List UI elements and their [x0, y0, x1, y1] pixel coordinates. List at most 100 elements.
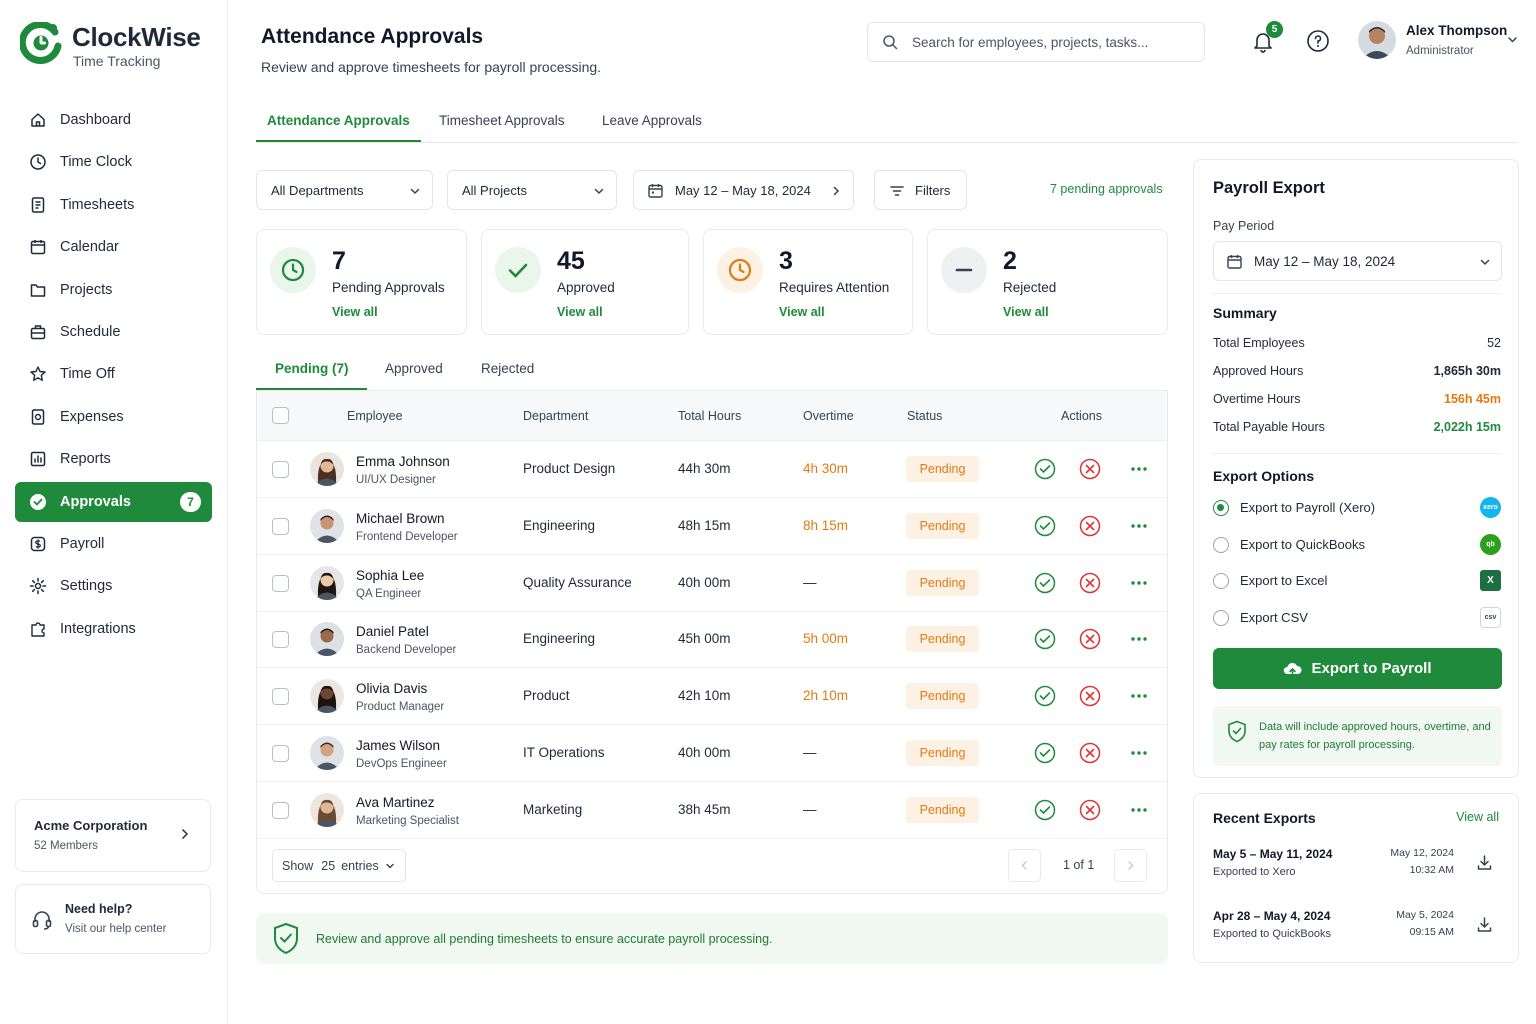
row-checkbox[interactable] [272, 517, 289, 535]
export-option-excel[interactable]: Export to Excel X [1213, 570, 1501, 592]
table-row[interactable]: Michael Brown Frontend Developer Engineeri… [257, 498, 1167, 555]
row-checkbox[interactable] [272, 688, 289, 706]
date-range-picker[interactable]: May 12 – May 18, 2024 [633, 170, 854, 210]
filters-button[interactable]: Filters [874, 170, 967, 210]
stat-view-all-link[interactable]: View all [332, 305, 378, 319]
help-link[interactable]: Visit our help center [65, 923, 210, 935]
employee-name[interactable]: Sophia Lee [356, 568, 424, 583]
row-checkbox[interactable] [272, 745, 289, 762]
download-icon[interactable] [1476, 854, 1493, 871]
table-row[interactable]: James Wilson DevOps Engineer IT Operations… [257, 725, 1167, 782]
reject-icon[interactable] [1079, 628, 1101, 650]
employee-name[interactable]: James Wilson [356, 738, 440, 753]
export-option-radio[interactable] [1213, 500, 1229, 516]
more-options-icon[interactable] [1128, 458, 1150, 480]
help-icon[interactable] [1306, 29, 1330, 53]
sidebar-item-projects[interactable]: Projects [15, 270, 212, 310]
sidebar-item-schedule[interactable]: Schedule [15, 312, 212, 352]
sidebar-item-timesheets[interactable]: Timesheets [15, 185, 212, 225]
sidebar-item-integrations[interactable]: Integrations [15, 609, 212, 649]
tab-timesheet-approvals[interactable]: Timesheet Approvals [439, 113, 565, 128]
export-option-csv[interactable]: Export CSV csv [1213, 607, 1501, 629]
reject-icon[interactable] [1079, 572, 1101, 594]
table-row[interactable]: Daniel Patel Backend Developer Engineering… [257, 611, 1167, 669]
recent-view-all-link[interactable]: View all [1456, 810, 1499, 824]
export-option-xero[interactable]: Export to Payroll (Xero) xero [1213, 497, 1501, 519]
more-options-icon[interactable] [1128, 685, 1150, 707]
logo[interactable]: ClockWise Time Tracking [20, 22, 201, 69]
reject-icon[interactable] [1079, 458, 1101, 480]
employee-name[interactable]: Olivia Davis [356, 681, 427, 696]
more-options-icon[interactable] [1128, 515, 1150, 537]
export-option-radio[interactable] [1213, 573, 1229, 590]
row-checkbox[interactable] [272, 631, 289, 649]
more-options-icon[interactable] [1128, 628, 1150, 650]
column-status[interactable]: Status [907, 409, 942, 423]
more-options-icon[interactable] [1128, 799, 1150, 821]
sidebar-item-approvals[interactable]: Approvals 7 [15, 481, 212, 522]
user-name[interactable]: Alex Thompson [1406, 23, 1507, 38]
sidebar-item-dashboard[interactable]: Dashboard [15, 100, 212, 140]
prev-page-button[interactable] [1008, 849, 1041, 882]
more-options-icon[interactable] [1128, 572, 1150, 594]
column-total-hours[interactable]: Total Hours [678, 409, 741, 423]
approve-icon[interactable] [1034, 572, 1056, 594]
employee-name[interactable]: Michael Brown [356, 511, 445, 526]
search-input[interactable]: Search for employees, projects, tasks... [867, 22, 1205, 62]
approve-icon[interactable] [1034, 515, 1056, 537]
column-department[interactable]: Department [523, 409, 588, 423]
approve-icon[interactable] [1034, 685, 1056, 707]
table-row[interactable]: Olivia Davis Product Manager Product 42h 10… [257, 668, 1167, 726]
sidebar-item-expenses[interactable]: Expenses [15, 397, 212, 437]
row-checkbox[interactable] [272, 461, 289, 478]
sidebar-item-calendar[interactable]: Calendar [15, 227, 212, 267]
project-select[interactable]: All Projects [447, 170, 617, 210]
table-row[interactable]: Ava Martinez Marketing Specialist Marketin… [257, 782, 1167, 839]
stat-view-all-link[interactable]: View all [1003, 305, 1049, 319]
employee-name[interactable]: Ava Martinez [356, 795, 435, 810]
department-select[interactable]: All Departments [256, 170, 433, 210]
user-avatar[interactable] [1358, 21, 1396, 59]
approve-icon[interactable] [1034, 742, 1056, 764]
reject-icon[interactable] [1079, 799, 1101, 821]
pending-approvals-link[interactable]: 7 pending approvals [1050, 182, 1163, 196]
download-icon[interactable] [1476, 916, 1493, 933]
approve-icon[interactable] [1034, 799, 1056, 821]
reject-icon[interactable] [1079, 685, 1101, 707]
chevron-down-icon[interactable] [1506, 33, 1519, 46]
export-option-radio[interactable] [1213, 536, 1229, 553]
subtab-approved[interactable]: Approved [385, 361, 443, 376]
sidebar-item-payroll[interactable]: Payroll [15, 524, 212, 564]
stat-view-all-link[interactable]: View all [557, 305, 603, 319]
approve-icon[interactable] [1034, 628, 1056, 650]
reject-icon[interactable] [1079, 742, 1101, 764]
column-overtime[interactable]: Overtime [803, 409, 854, 423]
row-checkbox[interactable] [272, 801, 289, 819]
more-options-icon[interactable] [1128, 742, 1150, 764]
sidebar-item-time-off[interactable]: Time Off [15, 354, 212, 394]
pay-period-select[interactable]: May 12 – May 18, 2024 [1213, 241, 1502, 281]
table-row[interactable]: Sophia Lee QA Engineer Quality Assurance 40… [257, 555, 1167, 612]
export-option-quickbooks[interactable]: Export to QuickBooks qb [1213, 533, 1501, 556]
tab-attendance-approvals[interactable]: Attendance Approvals [267, 113, 410, 128]
row-checkbox[interactable] [272, 574, 289, 592]
reject-icon[interactable] [1079, 515, 1101, 537]
tab-leave-approvals[interactable]: Leave Approvals [602, 113, 702, 128]
employee-name[interactable]: Daniel Patel [356, 624, 429, 639]
next-page-button[interactable] [1114, 849, 1147, 882]
help-card[interactable]: Need help? Visit our help center [15, 884, 211, 954]
select-all-checkbox[interactable] [272, 407, 289, 424]
column-employee[interactable]: Employee [347, 409, 403, 423]
approve-icon[interactable] [1034, 458, 1056, 480]
sidebar-item-reports[interactable]: Reports [15, 439, 212, 479]
export-option-radio[interactable] [1213, 610, 1229, 627]
employee-name[interactable]: Emma Johnson [356, 454, 450, 469]
stat-view-all-link[interactable]: View all [779, 305, 825, 319]
subtab-pending[interactable]: Pending (7) [275, 361, 349, 376]
export-to-payroll-button[interactable]: Export to Payroll [1213, 648, 1502, 689]
subtab-rejected[interactable]: Rejected [481, 361, 534, 376]
organization-card[interactable]: Acme Corporation 52 Members [15, 799, 211, 872]
sidebar-item-settings[interactable]: Settings [15, 566, 212, 606]
sidebar-item-time-clock[interactable]: Time Clock [15, 142, 212, 182]
page-size-select[interactable]: Show 25 entries [272, 849, 406, 882]
